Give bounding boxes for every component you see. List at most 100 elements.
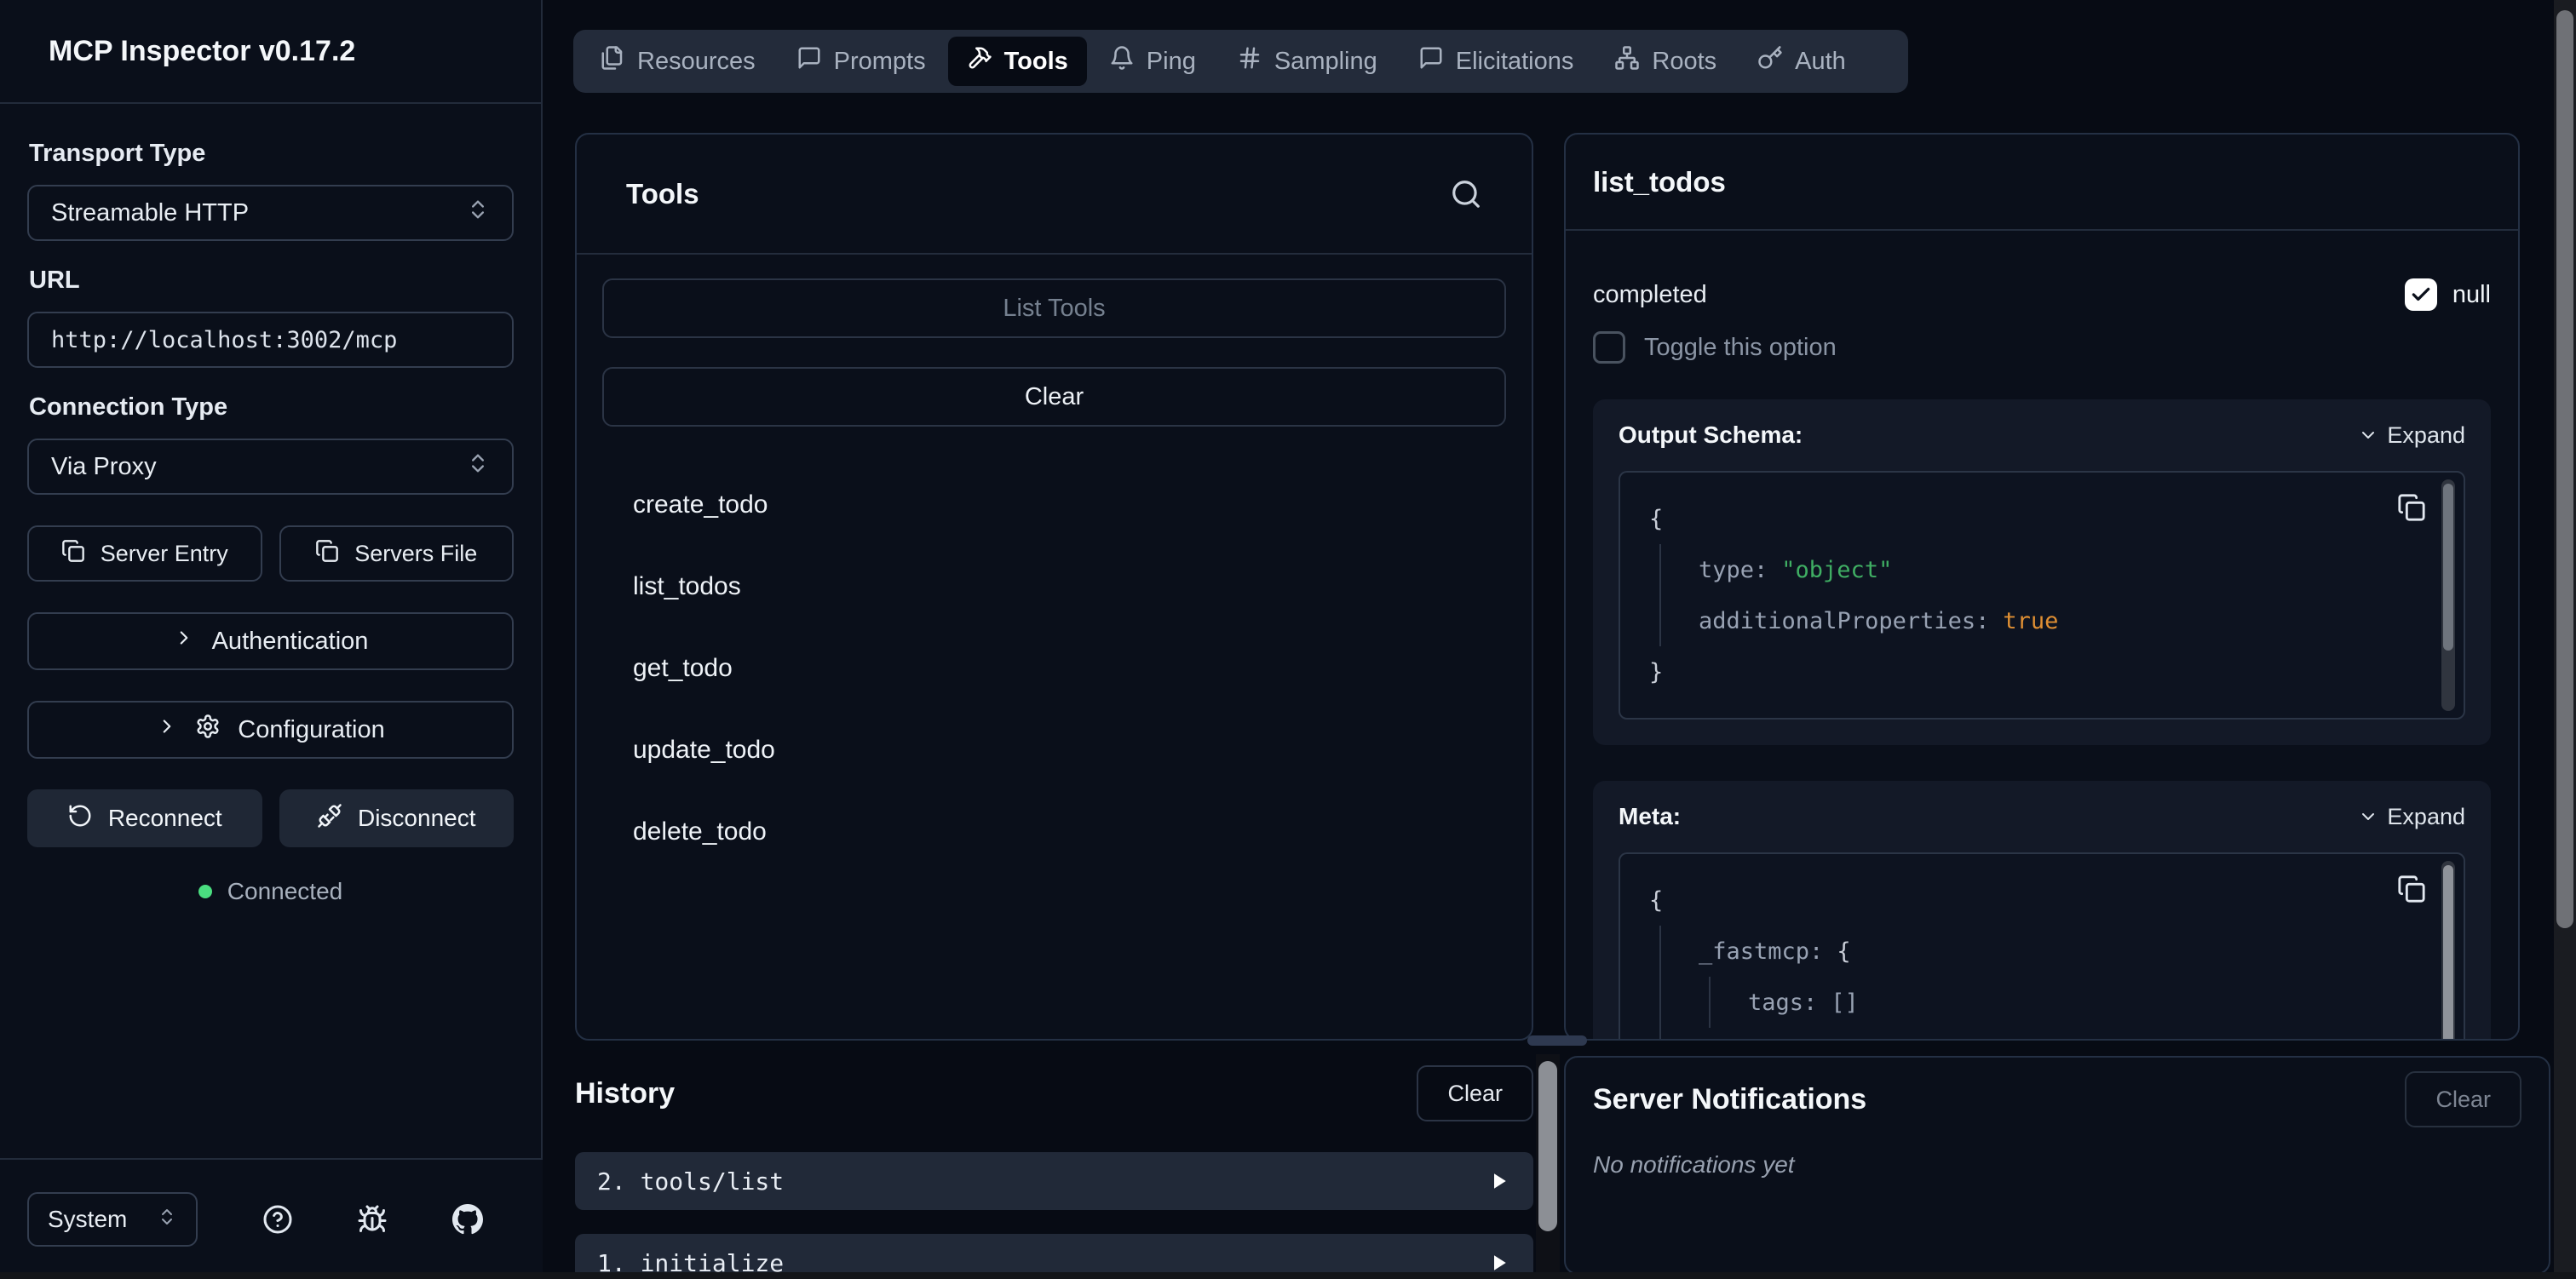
url-label: URL: [29, 267, 514, 295]
tab-label: Roots: [1652, 48, 1716, 76]
window-scrollbar-track[interactable]: [2554, 0, 2576, 1279]
tab-elicitations[interactable]: Elicitations: [1400, 37, 1593, 86]
null-checkbox[interactable]: [2405, 278, 2437, 311]
meta-scrollbar[interactable]: [2441, 861, 2455, 1041]
chevrons-up-down-icon: [157, 1206, 177, 1233]
search-icon[interactable]: [1450, 178, 1482, 210]
server-entry-button[interactable]: Server Entry: [27, 525, 262, 582]
toggle-option-checkbox[interactable]: [1593, 331, 1625, 364]
tool-detail-title: list_todos: [1566, 135, 2518, 231]
tool-item-create-todo[interactable]: create_todo: [633, 464, 1475, 546]
tool-item-delete-todo[interactable]: delete_todo: [633, 791, 1475, 873]
tool-item-list-todos[interactable]: list_todos: [633, 546, 1475, 628]
toggle-option-label: Toggle this option: [1644, 334, 1837, 362]
tab-sampling[interactable]: Sampling: [1218, 37, 1396, 86]
transport-type-value: Streamable HTTP: [51, 199, 249, 227]
chevron-right-icon: [156, 715, 178, 744]
window-scrollbar-thumb[interactable]: [2556, 10, 2573, 928]
connection-type-value: Via Proxy: [51, 453, 157, 481]
chevron-down-icon: [2358, 806, 2378, 827]
notifications-clear-button[interactable]: Clear: [2405, 1071, 2521, 1127]
tools-panel-title: Tools: [626, 178, 699, 210]
history-title: History: [575, 1077, 675, 1110]
chevrons-up-down-icon: [466, 451, 490, 482]
hash-icon: [1237, 45, 1262, 77]
gear-icon: [195, 714, 221, 746]
help-icon[interactable]: [262, 1204, 293, 1235]
tab-label: Ping: [1147, 48, 1196, 76]
connected-dot-icon: [198, 885, 212, 898]
theme-value: System: [48, 1206, 127, 1233]
authentication-button[interactable]: Authentication: [27, 612, 514, 670]
copy-icon: [315, 539, 339, 569]
history-scrollbar-thumb[interactable]: [1538, 1061, 1557, 1231]
history-item-tools-list[interactable]: 2. tools/list: [575, 1152, 1533, 1210]
chevron-right-icon: [173, 627, 195, 656]
code-line: {: [1649, 875, 2404, 926]
bug-icon[interactable]: [357, 1204, 388, 1235]
history-clear-button[interactable]: Clear: [1417, 1065, 1533, 1121]
files-icon: [600, 45, 625, 77]
clear-tools-button[interactable]: Clear: [602, 367, 1506, 427]
bell-icon: [1109, 45, 1135, 77]
tool-item-update-todo[interactable]: update_todo: [633, 709, 1475, 791]
github-icon[interactable]: [452, 1204, 483, 1235]
configuration-button[interactable]: Configuration: [27, 701, 514, 759]
url-input[interactable]: http://localhost:3002/mcp: [27, 312, 514, 368]
rotate-ccw-icon: [67, 803, 93, 835]
chevron-down-icon: [2358, 425, 2378, 445]
copy-icon[interactable]: [2397, 875, 2426, 909]
tab-label: Resources: [637, 48, 756, 76]
reconnect-label: Reconnect: [108, 805, 222, 832]
tab-label: Elicitations: [1456, 48, 1574, 76]
output-schema-code: { type:"object" additionalProperties:tru…: [1619, 471, 2465, 720]
connection-status-label: Connected: [227, 878, 342, 905]
expand-label: Expand: [2387, 804, 2465, 830]
notifications-empty-text: No notifications yet: [1593, 1151, 2521, 1179]
theme-select[interactable]: System: [27, 1192, 198, 1247]
code-line: {: [1649, 493, 2404, 544]
tab-ping[interactable]: Ping: [1090, 37, 1215, 86]
output-schema-scrollbar[interactable]: [2441, 479, 2455, 711]
tab-label: Auth: [1795, 48, 1846, 76]
list-tools-button[interactable]: List Tools: [602, 278, 1506, 338]
server-entry-label: Server Entry: [101, 541, 228, 567]
key-icon: [1757, 45, 1783, 77]
copy-icon: [61, 539, 85, 569]
unplug-icon: [317, 803, 342, 835]
tab-prompts[interactable]: Prompts: [778, 37, 945, 86]
main-area: Resources Prompts Tools Ping Sampling El…: [543, 0, 2576, 1279]
servers-file-button[interactable]: Servers File: [279, 525, 515, 582]
tab-auth[interactable]: Auth: [1739, 37, 1865, 86]
disconnect-button[interactable]: Disconnect: [279, 789, 515, 847]
sidebar: MCP Inspector v0.17.2 Transport Type Str…: [0, 0, 543, 1279]
output-schema-expand-button[interactable]: Expand: [2358, 422, 2465, 449]
copy-icon[interactable]: [2397, 493, 2426, 528]
connection-status: Connected: [27, 878, 514, 905]
url-value: http://localhost:3002/mcp: [51, 327, 397, 353]
tools-panel: Tools List Tools Clear create_todo list_…: [575, 133, 1533, 1041]
tab-label: Prompts: [834, 48, 926, 76]
code-line: type:"object": [1699, 544, 2404, 595]
code-line: _fastmcp:{: [1699, 926, 2404, 977]
tab-label: Sampling: [1274, 48, 1377, 76]
notifications-title: Server Notifications: [1593, 1083, 1866, 1116]
transport-type-select[interactable]: Streamable HTTP: [27, 185, 514, 241]
meta-code: { _fastmcp:{ tags:[] } }: [1619, 852, 2465, 1041]
tab-resources[interactable]: Resources: [581, 37, 774, 86]
output-schema-section: Output Schema: Expand { type:"object" ad…: [1593, 399, 2491, 745]
history-scrollbar-track[interactable]: [1536, 1054, 1560, 1279]
pane-resize-handle[interactable]: [1527, 1035, 1587, 1046]
hammer-icon: [967, 45, 992, 77]
tool-item-get-todo[interactable]: get_todo: [633, 628, 1475, 709]
sidebar-body: Transport Type Streamable HTTP URL http:…: [0, 104, 541, 905]
null-label: null: [2452, 281, 2491, 309]
tab-tools[interactable]: Tools: [948, 37, 1087, 86]
tab-roots[interactable]: Roots: [1596, 37, 1735, 86]
reconnect-button[interactable]: Reconnect: [27, 789, 262, 847]
connection-type-select[interactable]: Via Proxy: [27, 439, 514, 495]
code-line: }: [1649, 646, 2404, 697]
mcp-inspector-app: MCP Inspector v0.17.2 Transport Type Str…: [0, 0, 2576, 1279]
network-icon: [1614, 45, 1640, 77]
meta-expand-button[interactable]: Expand: [2358, 804, 2465, 830]
